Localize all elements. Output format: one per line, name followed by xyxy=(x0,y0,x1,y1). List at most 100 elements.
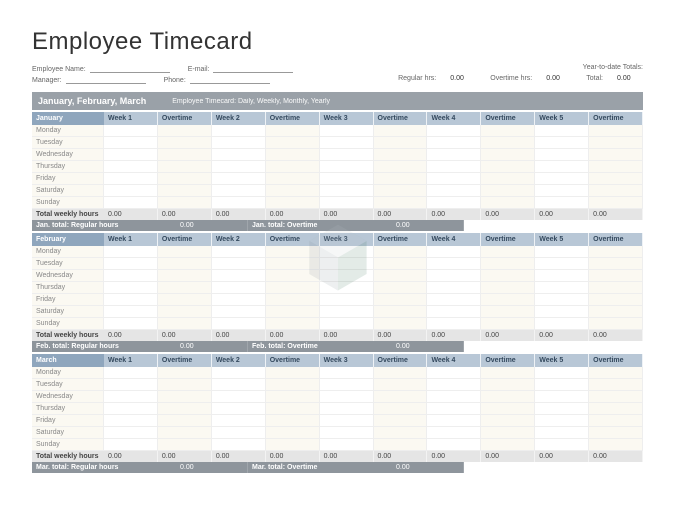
hours-cell[interactable] xyxy=(481,173,535,185)
hours-cell[interactable] xyxy=(104,246,158,258)
hours-cell[interactable] xyxy=(589,391,643,403)
hours-cell[interactable] xyxy=(374,294,428,306)
hours-cell[interactable] xyxy=(266,415,320,427)
hours-cell[interactable] xyxy=(374,367,428,379)
hours-cell[interactable] xyxy=(158,294,212,306)
hours-cell[interactable] xyxy=(427,294,481,306)
hours-cell[interactable] xyxy=(158,173,212,185)
hours-cell[interactable] xyxy=(212,427,266,439)
hours-cell[interactable] xyxy=(104,318,158,330)
employee-name-field[interactable] xyxy=(90,64,170,73)
hours-cell[interactable] xyxy=(427,403,481,415)
hours-cell[interactable] xyxy=(374,318,428,330)
hours-cell[interactable] xyxy=(589,367,643,379)
hours-cell[interactable] xyxy=(266,282,320,294)
hours-cell[interactable] xyxy=(481,391,535,403)
hours-cell[interactable] xyxy=(158,258,212,270)
hours-cell[interactable] xyxy=(535,258,589,270)
hours-cell[interactable] xyxy=(104,282,158,294)
hours-cell[interactable] xyxy=(212,415,266,427)
hours-cell[interactable] xyxy=(266,439,320,451)
hours-cell[interactable] xyxy=(212,306,266,318)
hours-cell[interactable] xyxy=(481,282,535,294)
hours-cell[interactable] xyxy=(374,439,428,451)
hours-cell[interactable] xyxy=(427,427,481,439)
hours-cell[interactable] xyxy=(158,137,212,149)
hours-cell[interactable] xyxy=(320,173,374,185)
phone-field[interactable] xyxy=(190,75,270,84)
hours-cell[interactable] xyxy=(427,258,481,270)
hours-cell[interactable] xyxy=(427,161,481,173)
hours-cell[interactable] xyxy=(266,197,320,209)
hours-cell[interactable] xyxy=(320,306,374,318)
hours-cell[interactable] xyxy=(212,185,266,197)
hours-cell[interactable] xyxy=(158,185,212,197)
hours-cell[interactable] xyxy=(535,415,589,427)
hours-cell[interactable] xyxy=(266,246,320,258)
hours-cell[interactable] xyxy=(266,391,320,403)
hours-cell[interactable] xyxy=(481,367,535,379)
hours-cell[interactable] xyxy=(427,282,481,294)
hours-cell[interactable] xyxy=(320,125,374,137)
hours-cell[interactable] xyxy=(104,149,158,161)
hours-cell[interactable] xyxy=(427,439,481,451)
hours-cell[interactable] xyxy=(104,137,158,149)
hours-cell[interactable] xyxy=(266,137,320,149)
hours-cell[interactable] xyxy=(427,246,481,258)
hours-cell[interactable] xyxy=(374,379,428,391)
hours-cell[interactable] xyxy=(374,306,428,318)
hours-cell[interactable] xyxy=(427,185,481,197)
hours-cell[interactable] xyxy=(427,306,481,318)
hours-cell[interactable] xyxy=(481,318,535,330)
hours-cell[interactable] xyxy=(212,439,266,451)
hours-cell[interactable] xyxy=(212,246,266,258)
hours-cell[interactable] xyxy=(104,427,158,439)
hours-cell[interactable] xyxy=(320,379,374,391)
hours-cell[interactable] xyxy=(589,125,643,137)
hours-cell[interactable] xyxy=(427,379,481,391)
hours-cell[interactable] xyxy=(158,282,212,294)
hours-cell[interactable] xyxy=(535,185,589,197)
hours-cell[interactable] xyxy=(427,173,481,185)
hours-cell[interactable] xyxy=(158,379,212,391)
hours-cell[interactable] xyxy=(266,125,320,137)
hours-cell[interactable] xyxy=(104,391,158,403)
hours-cell[interactable] xyxy=(427,125,481,137)
hours-cell[interactable] xyxy=(481,379,535,391)
hours-cell[interactable] xyxy=(589,137,643,149)
hours-cell[interactable] xyxy=(535,294,589,306)
hours-cell[interactable] xyxy=(158,149,212,161)
hours-cell[interactable] xyxy=(266,294,320,306)
hours-cell[interactable] xyxy=(320,415,374,427)
hours-cell[interactable] xyxy=(589,161,643,173)
hours-cell[interactable] xyxy=(535,149,589,161)
hours-cell[interactable] xyxy=(589,403,643,415)
hours-cell[interactable] xyxy=(320,367,374,379)
hours-cell[interactable] xyxy=(320,270,374,282)
hours-cell[interactable] xyxy=(535,306,589,318)
hours-cell[interactable] xyxy=(374,282,428,294)
hours-cell[interactable] xyxy=(158,439,212,451)
hours-cell[interactable] xyxy=(481,137,535,149)
hours-cell[interactable] xyxy=(104,367,158,379)
hours-cell[interactable] xyxy=(589,318,643,330)
hours-cell[interactable] xyxy=(427,391,481,403)
hours-cell[interactable] xyxy=(212,294,266,306)
hours-cell[interactable] xyxy=(374,185,428,197)
hours-cell[interactable] xyxy=(212,258,266,270)
hours-cell[interactable] xyxy=(212,161,266,173)
hours-cell[interactable] xyxy=(427,137,481,149)
hours-cell[interactable] xyxy=(481,439,535,451)
hours-cell[interactable] xyxy=(589,270,643,282)
hours-cell[interactable] xyxy=(481,306,535,318)
email-field[interactable] xyxy=(213,64,293,73)
hours-cell[interactable] xyxy=(158,318,212,330)
hours-cell[interactable] xyxy=(266,379,320,391)
hours-cell[interactable] xyxy=(212,197,266,209)
hours-cell[interactable] xyxy=(104,415,158,427)
hours-cell[interactable] xyxy=(320,427,374,439)
hours-cell[interactable] xyxy=(266,149,320,161)
hours-cell[interactable] xyxy=(481,185,535,197)
hours-cell[interactable] xyxy=(374,173,428,185)
hours-cell[interactable] xyxy=(535,173,589,185)
